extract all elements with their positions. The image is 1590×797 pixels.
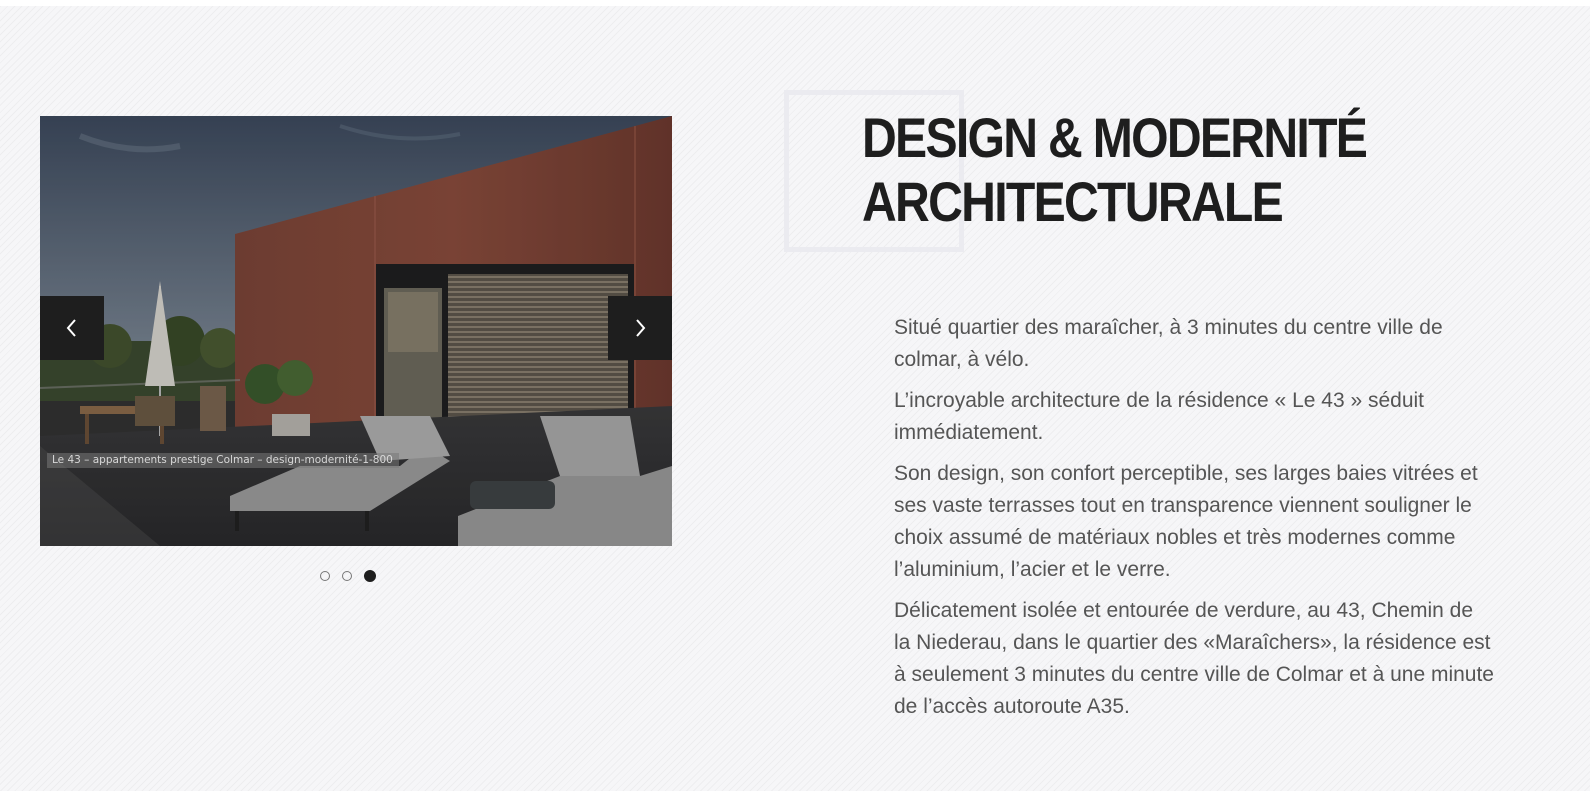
- paragraph: Situé quartier des maraîcher, à 3 minute…: [894, 316, 1443, 371]
- slider-dot-1[interactable]: [320, 571, 330, 581]
- slide-image: [40, 116, 672, 546]
- slide-caption: Le 43 – appartements prestige Colmar – d…: [47, 453, 399, 468]
- slider-dot-2[interactable]: [342, 571, 352, 581]
- slider-pagination: [320, 570, 376, 582]
- slider-dot-3-active[interactable]: [364, 570, 376, 582]
- paragraph: L’incroyable architecture de la résidenc…: [894, 389, 1425, 444]
- chevron-left-icon: [66, 319, 76, 337]
- image-slider[interactable]: Le 43 – appartements prestige Colmar – d…: [40, 116, 672, 546]
- slider-next-button[interactable]: [608, 296, 672, 360]
- paragraph: Son design, son confort perceptible, ses…: [894, 462, 1478, 581]
- description-text: Situé quartier des maraîcher, à 3 minute…: [894, 312, 1494, 732]
- slider-prev-button[interactable]: [40, 296, 104, 360]
- page-title: DESIGN & MODERNITÉ ARCHITECTURALE: [862, 106, 1395, 234]
- content-section: Le 43 – appartements prestige Colmar – d…: [0, 6, 1590, 791]
- paragraph: Délicatement isolée et entourée de verdu…: [894, 599, 1494, 718]
- title-line-1: DESIGN & MODERNITÉ: [862, 106, 1368, 169]
- chevron-right-icon: [636, 319, 646, 337]
- title-line-2: ARCHITECTURALE: [862, 170, 1284, 233]
